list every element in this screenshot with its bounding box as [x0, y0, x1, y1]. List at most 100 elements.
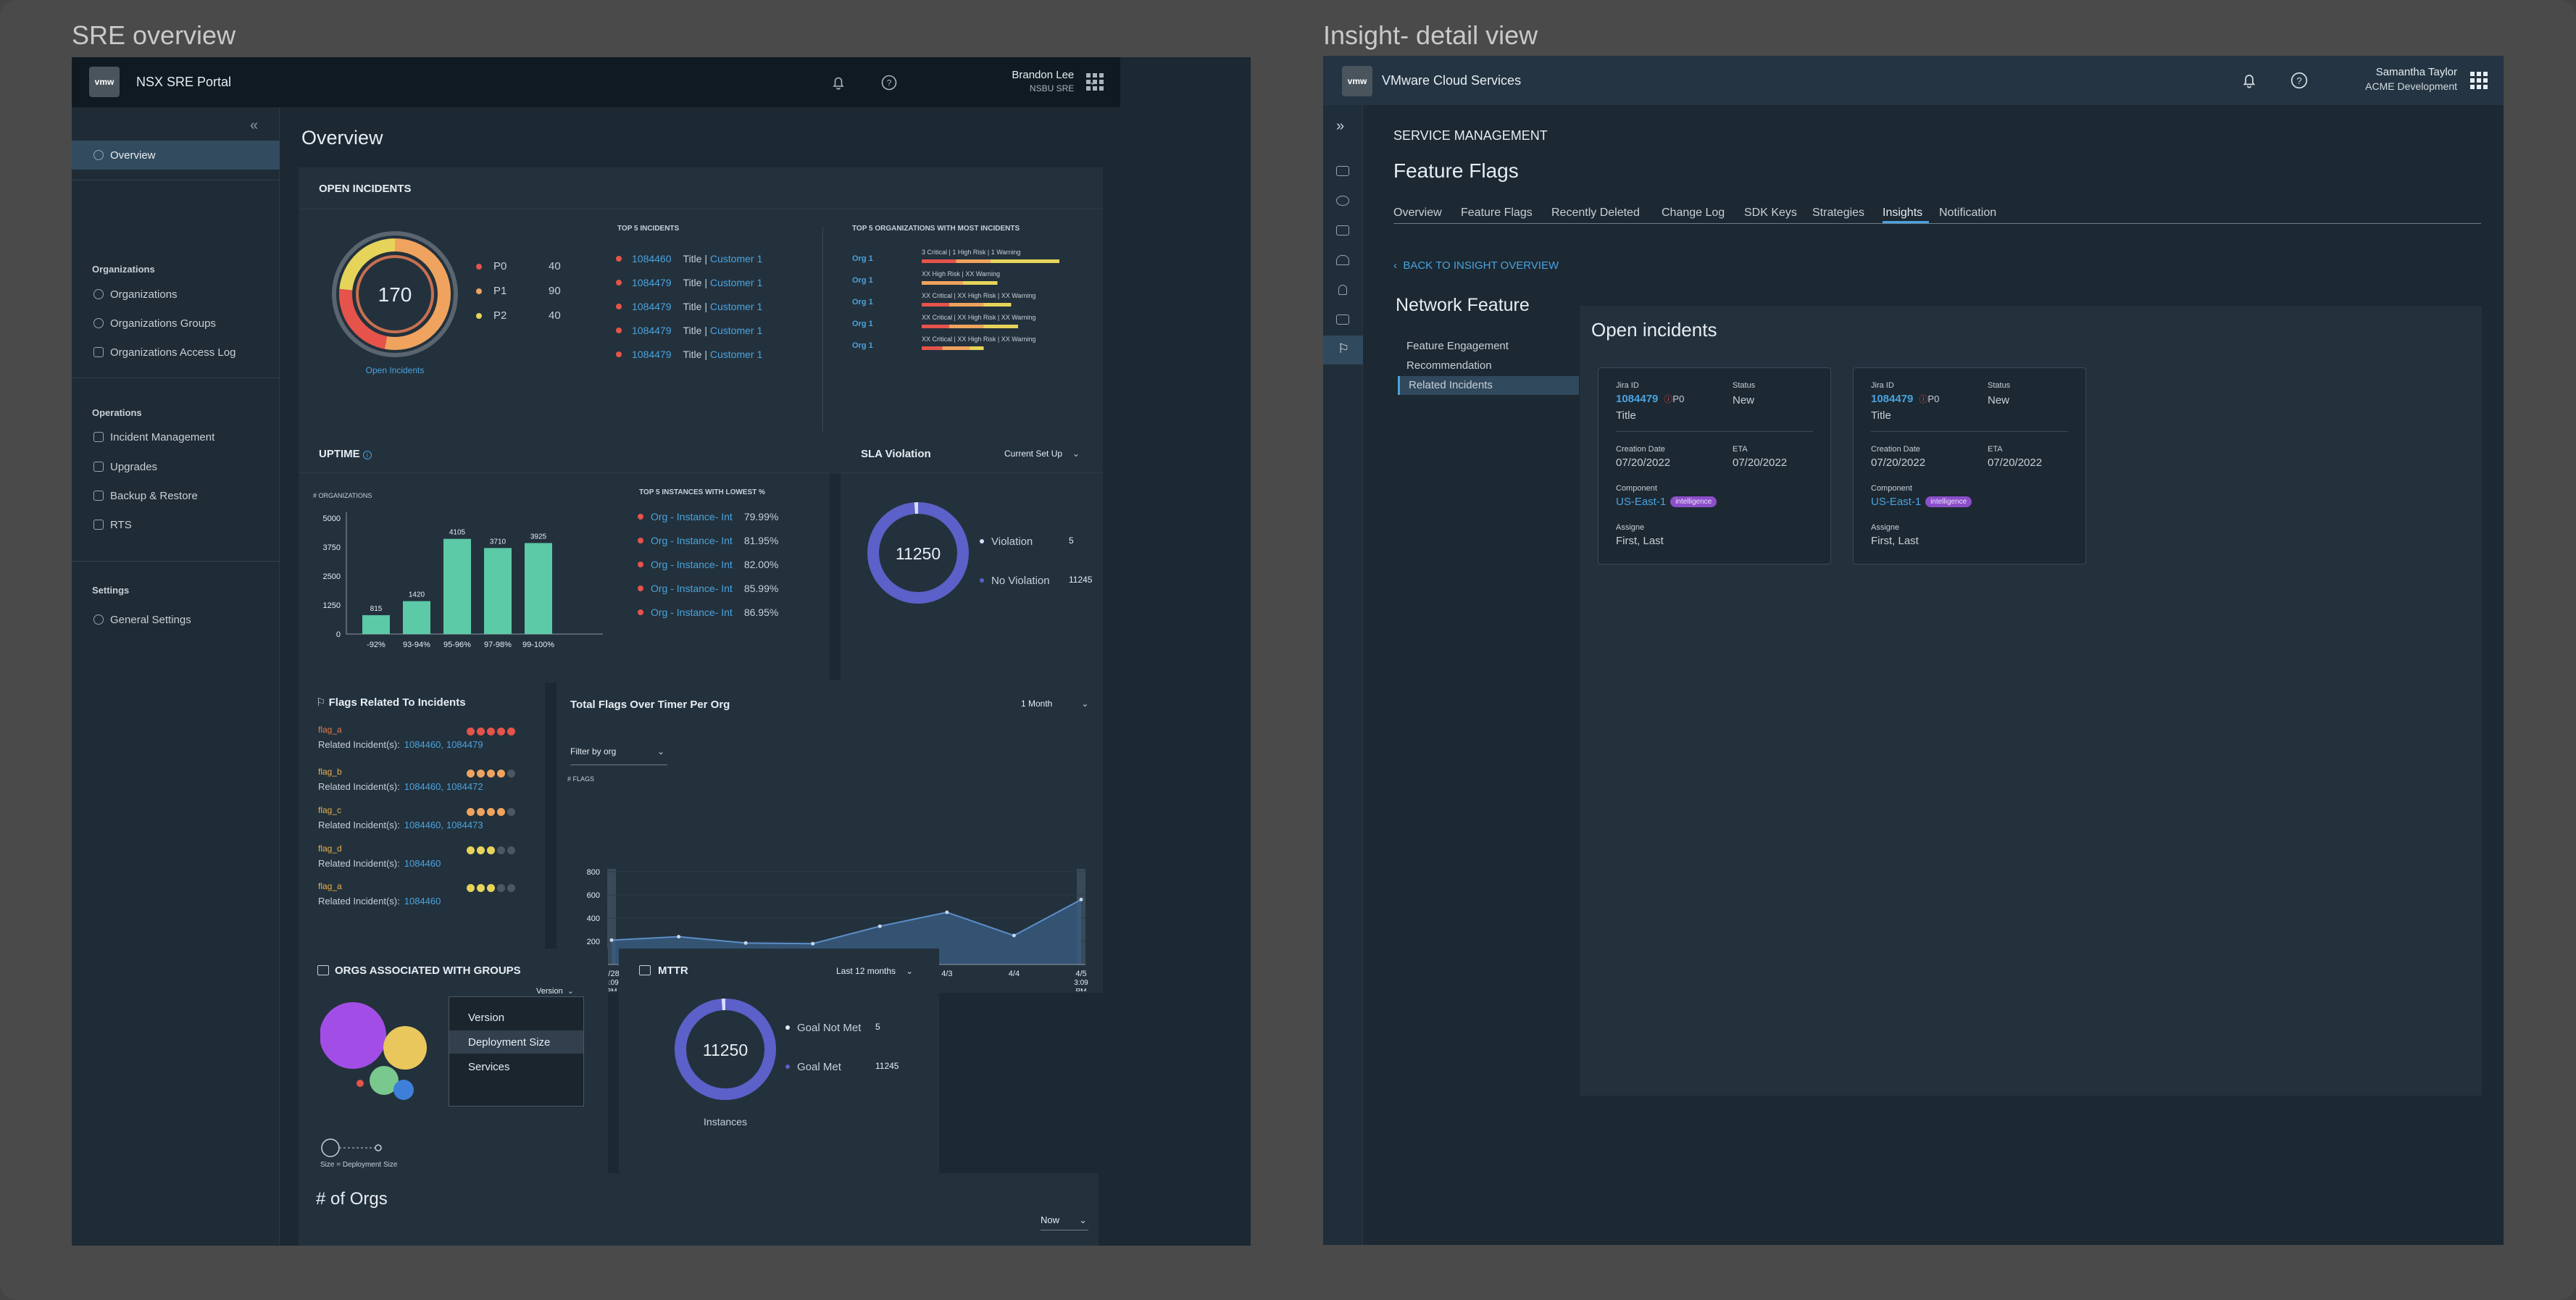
data-point[interactable]: [945, 910, 949, 914]
incident-card[interactable]: Jira ID 1084479 ⓘP0 Title Status New Creation …: [1598, 367, 1831, 564]
user-menu[interactable]: Samantha Taylor ACME Development: [2312, 66, 2457, 92]
expand-sidebar-icon[interactable]: »: [1336, 118, 1344, 135]
instance-link[interactable]: Org - Instance- Int: [651, 583, 733, 594]
bar[interactable]: [362, 614, 390, 634]
customer-link[interactable]: Customer 1: [710, 325, 762, 336]
menu-item-version[interactable]: Version: [449, 1006, 583, 1029]
flag-name[interactable]: flag_a: [318, 881, 342, 891]
org-link[interactable]: Org 1: [852, 341, 873, 350]
user-menu[interactable]: Brandon Lee NSBU SRE ⌄: [952, 69, 1097, 93]
tab-feature-flags[interactable]: Feature Flags: [1461, 207, 1533, 220]
incident-id-link[interactable]: 1084473: [446, 820, 483, 830]
filter-by-org-select[interactable]: Filter by org ⌄: [570, 746, 667, 765]
dashboard-icon[interactable]: [1336, 166, 1349, 176]
help-icon[interactable]: ?: [880, 73, 899, 92]
list-item[interactable]: Org - Instance- Int 82.00%: [638, 559, 778, 570]
cube-icon[interactable]: [1336, 314, 1349, 325]
sidebar-item-organizations[interactable]: Organizations: [72, 280, 280, 309]
table-row[interactable]: 1084479 Title | Customer 1: [616, 325, 762, 336]
customer-link[interactable]: Customer 1: [710, 253, 762, 264]
table-row[interactable]: 1084479 Title | Customer 1: [616, 349, 762, 360]
vmware-logo[interactable]: vmw: [89, 67, 120, 97]
incident-id-link[interactable]: 1084479: [446, 739, 483, 750]
flag-name[interactable]: flag_a: [318, 725, 342, 735]
data-point[interactable]: [609, 938, 614, 942]
users-icon[interactable]: [1336, 196, 1349, 206]
org-link[interactable]: Org 1: [852, 298, 873, 307]
bar[interactable]: [525, 543, 552, 634]
incident-card[interactable]: Jira ID 1084479 ⓘP0 Title Status New Creation …: [1853, 367, 2086, 564]
incident-id-link[interactable]: 1084460: [632, 253, 672, 264]
time-range-dropdown[interactable]: 1 Month ⌄: [1021, 699, 1088, 709]
subnav-item-related-incidents[interactable]: Related Incidents: [1398, 376, 1579, 395]
jira-id-link[interactable]: 1084479: [1871, 393, 1913, 405]
app-title[interactable]: VMware Cloud Services: [1382, 73, 1521, 88]
incident-id-link[interactable]: 1084479: [632, 325, 672, 336]
tab-notification[interactable]: Notification: [1939, 207, 1996, 220]
table-row[interactable]: 1084479 Title | Customer 1: [616, 277, 762, 288]
sidebar-item-general-settings[interactable]: General Settings: [72, 605, 280, 634]
sidebar-item-upgrades[interactable]: Upgrades: [72, 452, 280, 481]
bubble-chart[interactable]: [320, 1001, 465, 1146]
menu-item-deployment-size[interactable]: Deployment Size: [449, 1030, 583, 1054]
instance-link[interactable]: Org - Instance- Int: [651, 511, 733, 522]
help-icon[interactable]: ?: [2290, 71, 2309, 90]
bar[interactable]: [403, 601, 430, 634]
flag-name[interactable]: flag_c: [318, 805, 341, 815]
back-link[interactable]: ‹ BACK TO INSIGHT OVERVIEW: [1393, 259, 1559, 272]
mttr-period-dropdown[interactable]: Last 12 months ⌄: [836, 966, 913, 976]
list-item[interactable]: Org - Instance- Int 86.95%: [638, 607, 778, 618]
data-point[interactable]: [878, 924, 882, 928]
flag-icon[interactable]: ⚐: [1338, 341, 1349, 357]
incident-id-link[interactable]: 1084460,: [404, 739, 443, 750]
bulb-icon[interactable]: [1338, 285, 1347, 295]
instance-link[interactable]: Org - Instance- Int: [651, 535, 733, 546]
subnav-item-recommendation[interactable]: Recommendation: [1398, 357, 1579, 375]
sla-period-dropdown[interactable]: Current Set Up ⌄: [1004, 449, 1080, 459]
support-icon[interactable]: [1336, 255, 1349, 265]
data-point[interactable]: [677, 935, 681, 939]
collapse-sidebar-icon[interactable]: «: [250, 117, 258, 134]
bubble[interactable]: [320, 1002, 386, 1069]
info-icon[interactable]: i: [362, 451, 372, 459]
bell-icon[interactable]: [829, 73, 848, 92]
incident-id-link[interactable]: 1084460,: [404, 820, 443, 830]
sidebar-item-backup-restore[interactable]: Backup & Restore: [72, 481, 280, 510]
flag-name[interactable]: flag_b: [318, 767, 342, 777]
instance-link[interactable]: Org - Instance- Int: [651, 607, 733, 618]
org-link[interactable]: Org 1: [852, 320, 873, 328]
list-item[interactable]: Org - Instance- Int 79.99%: [638, 511, 778, 522]
tab-overview[interactable]: Overview: [1393, 207, 1442, 220]
bubble[interactable]: [383, 1026, 427, 1070]
jira-id-link[interactable]: 1084479: [1616, 393, 1658, 405]
group-by-dropdown[interactable]: Version ⌄: [536, 986, 574, 996]
incident-id-link[interactable]: 1084460: [404, 896, 441, 907]
sidebar-item-overview[interactable]: Overview: [72, 141, 280, 170]
billing-icon[interactable]: [1336, 225, 1349, 236]
menu-item-services[interactable]: Services: [449, 1055, 583, 1078]
app-title[interactable]: NSX SRE Portal: [136, 75, 231, 90]
flag-name[interactable]: flag_d: [318, 843, 342, 854]
sidebar-item-incident-management[interactable]: Incident Management: [72, 422, 280, 451]
list-item[interactable]: Org - Instance- Int 81.95%: [638, 535, 778, 546]
table-row[interactable]: 1084460 Title | Customer 1: [616, 253, 762, 264]
component-link[interactable]: US-East-1: [1871, 496, 1921, 508]
org-link[interactable]: Org 1: [852, 254, 873, 263]
sidebar-item-organizations-access-log[interactable]: Organizations Access Log: [72, 338, 280, 367]
num-orgs-dropdown[interactable]: Now ⌄: [1041, 1214, 1088, 1230]
incident-id-link[interactable]: 1084479: [632, 349, 672, 360]
tab-strategies[interactable]: Strategies: [1812, 207, 1864, 220]
uptime-bar-chart[interactable]: # ORGANIZATIONS 0 1250 2500 3750 5000 815 -92% 1…: [313, 489, 617, 656]
list-item[interactable]: Org - Instance- Int 85.99%: [638, 583, 778, 594]
incident-id-link[interactable]: 1084472: [446, 781, 483, 792]
incident-id-link[interactable]: 1084460: [404, 858, 441, 869]
app-switcher-icon[interactable]: [2470, 72, 2488, 89]
data-point[interactable]: [743, 941, 748, 945]
instance-link[interactable]: Org - Instance- Int: [651, 559, 733, 570]
component-link[interactable]: US-East-1: [1616, 496, 1666, 508]
incident-id-link[interactable]: 1084479: [632, 277, 672, 288]
customer-link[interactable]: Customer 1: [710, 301, 762, 312]
table-row[interactable]: 1084479 Title | Customer 1: [616, 301, 762, 312]
app-switcher-icon[interactable]: [1086, 73, 1104, 91]
customer-link[interactable]: Customer 1: [710, 277, 762, 288]
